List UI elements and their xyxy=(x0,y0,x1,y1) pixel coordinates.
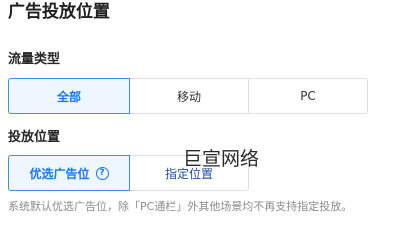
traffic-option-all-label: 全部 xyxy=(56,89,81,104)
traffic-type-label: 流量类型 xyxy=(8,52,61,67)
question-circle-icon[interactable]: ? xyxy=(95,166,109,180)
watermark: 巨宣网络 xyxy=(183,148,260,170)
placement-option-preferred-label: 优选广告位 xyxy=(29,166,90,181)
traffic-option-mobile-label: 移动 xyxy=(176,89,201,104)
traffic-option-pc-label: PC xyxy=(300,89,316,103)
placement-label: 投放位置 xyxy=(8,130,61,145)
page-title: 广告投放位置 xyxy=(8,2,110,22)
traffic-option-all[interactable]: 全部 xyxy=(8,78,130,114)
traffic-option-mobile[interactable]: 移动 xyxy=(129,78,249,114)
placement-option-preferred[interactable]: 优选广告位 ? xyxy=(8,155,130,191)
placement-note: 系统默认优选广告位，除「PC通栏」外其他场景均不再支持指定投放。 xyxy=(8,200,353,213)
traffic-option-pc[interactable]: PC xyxy=(248,78,368,114)
